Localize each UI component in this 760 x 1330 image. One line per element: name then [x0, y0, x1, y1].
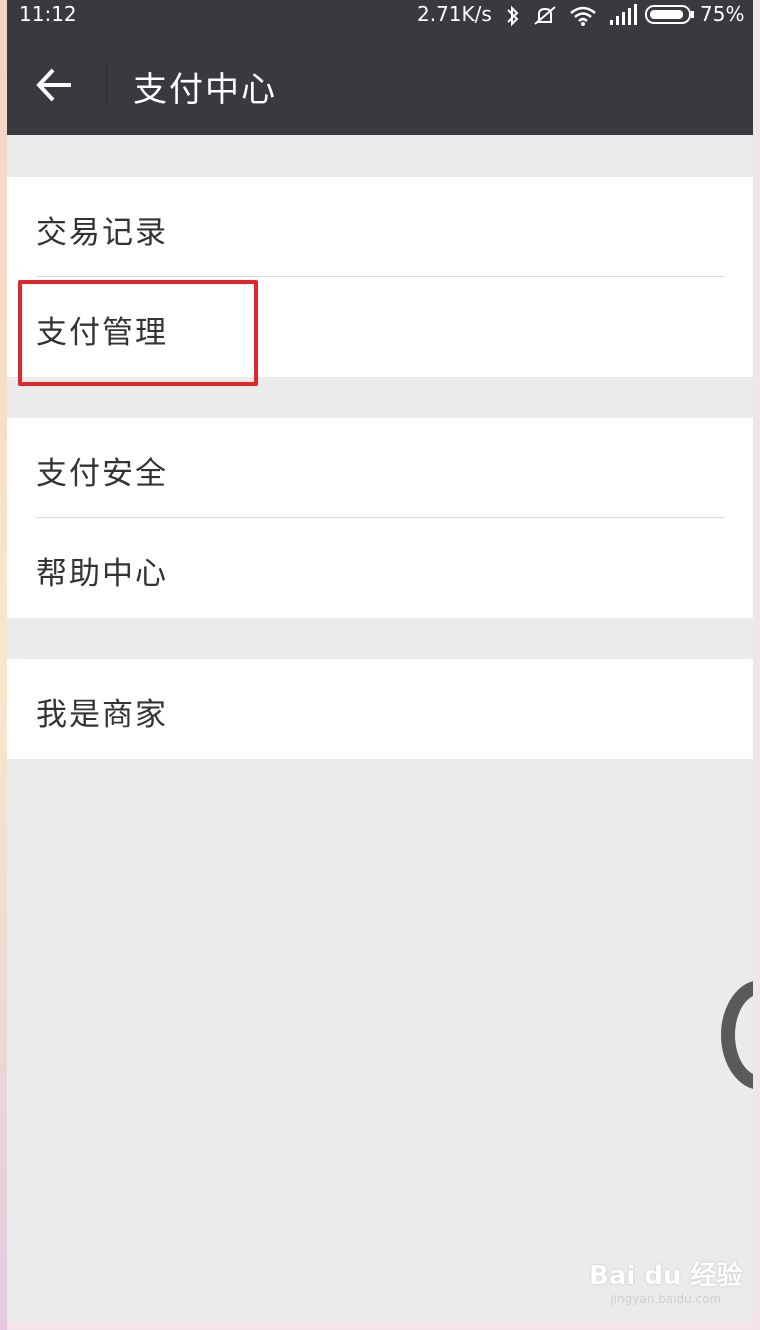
status-bar: 11:12 2.71K/s 75% [7, 0, 753, 32]
floating-ball-icon[interactable] [721, 980, 753, 1090]
watermark-sub: jingyan.baidu.com [610, 1292, 722, 1306]
back-button[interactable] [29, 58, 83, 112]
baidu-jingyan-watermark: Bai du 经验 jingyan.baidu.com [589, 1255, 743, 1306]
title-bar: 支付中心 [7, 32, 753, 135]
menu-item-label: 我是商家 [36, 697, 168, 733]
net-speed: 2.71K/s [417, 2, 492, 26]
screen-edge [0, 0, 7, 1330]
menu-item-transaction-records[interactable]: 交易记录 [7, 177, 753, 277]
signal-icon [610, 4, 637, 25]
highlight-box [18, 280, 258, 386]
menu-item-payment-security[interactable]: 支付安全 [7, 418, 753, 518]
menu-group-merchant: 我是商家 [7, 659, 753, 759]
back-arrow-icon [36, 68, 71, 102]
watermark-main: Bai du 经验 [589, 1261, 743, 1291]
silent-icon [534, 6, 556, 25]
bluetooth-icon [507, 5, 519, 27]
menu-item-help-center[interactable]: 帮助中心 [7, 518, 753, 618]
wifi-icon [570, 6, 596, 26]
menu-item-label: 帮助中心 [36, 556, 168, 592]
phone-screen: 11:12 2.71K/s 75% 支付中心 交易记录 支付管理 支付安全 帮助… [7, 0, 753, 1322]
battery-icon [645, 5, 694, 24]
menu-group-security: 支付安全 帮助中心 [7, 418, 753, 618]
battery-percent: 75% [700, 2, 745, 26]
page-title: 支付中心 [133, 70, 277, 110]
menu-item-label: 交易记录 [36, 215, 168, 251]
menu-item-label: 支付安全 [36, 456, 168, 492]
status-time: 11:12 [19, 2, 77, 26]
title-divider [106, 60, 107, 108]
menu-item-merchant[interactable]: 我是商家 [7, 659, 753, 759]
